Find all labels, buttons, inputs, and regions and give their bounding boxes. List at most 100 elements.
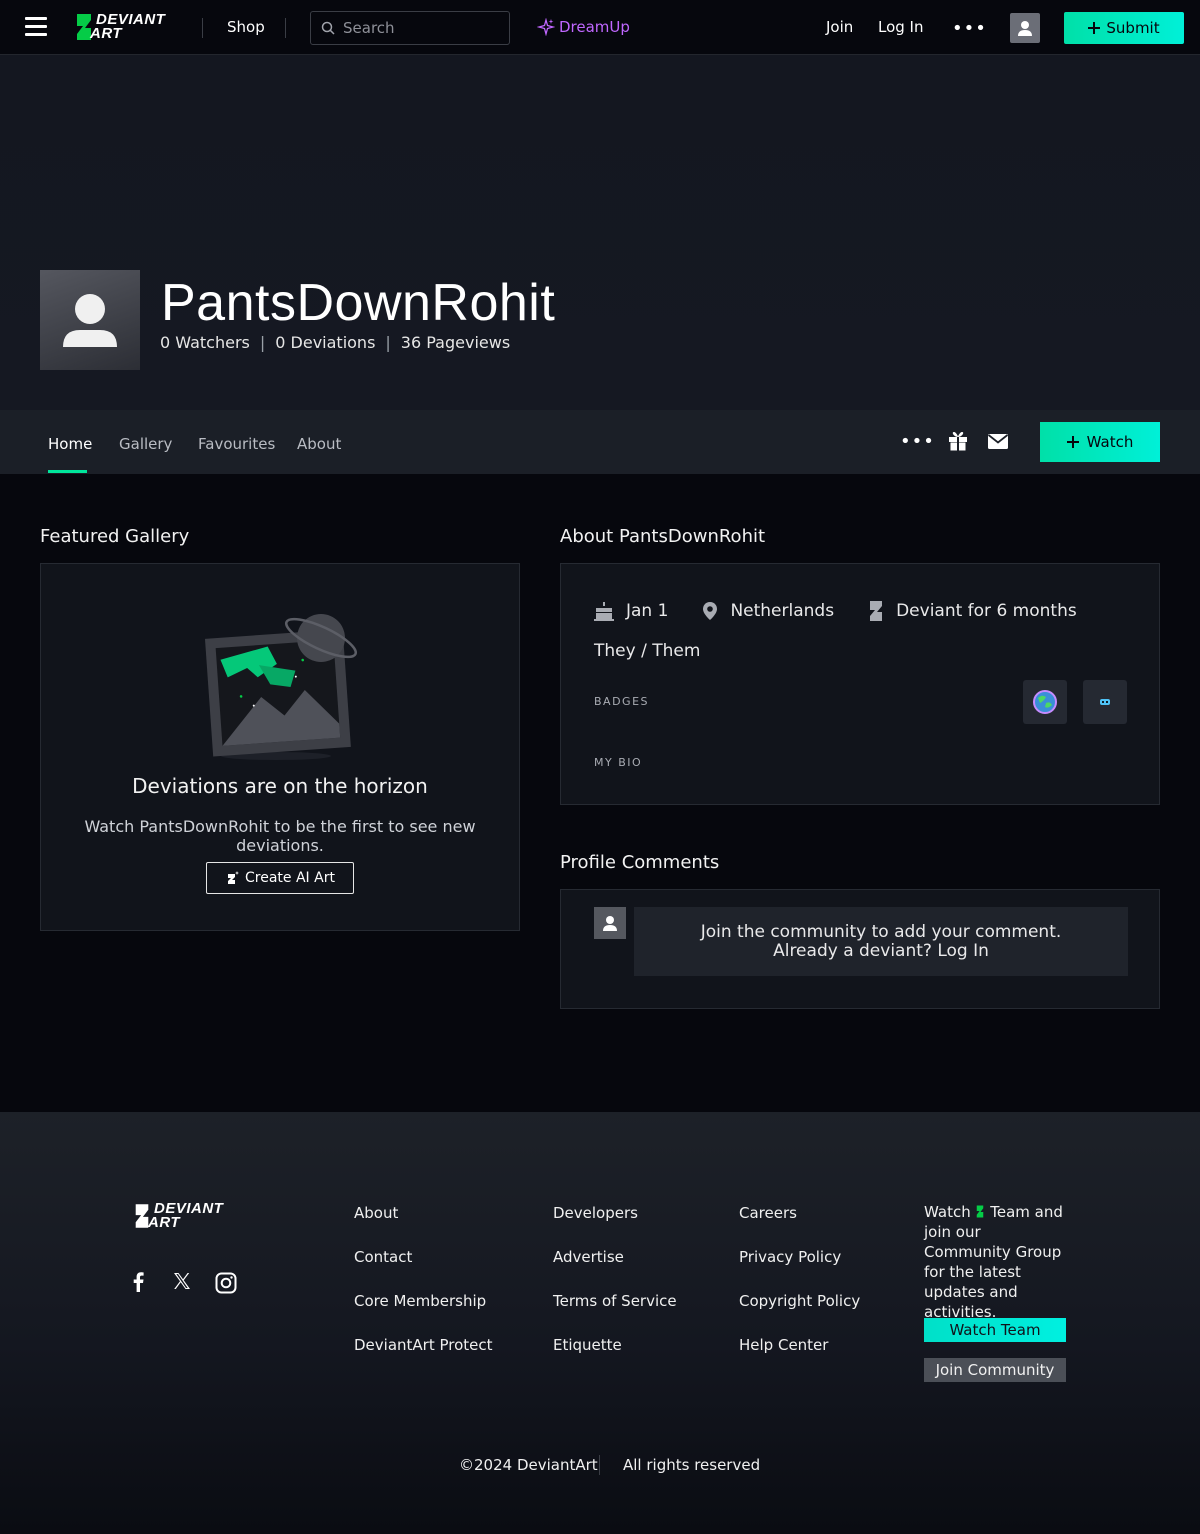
create-ai-art-label: Create AI Art: [245, 870, 335, 886]
footer-link-privacy-policy[interactable]: Privacy Policy: [739, 1248, 841, 1266]
location-value: Netherlands: [730, 601, 835, 621]
footer-link-terms-of-service[interactable]: Terms of Service: [553, 1292, 677, 1310]
watch-team-button[interactable]: Watch Team: [924, 1318, 1066, 1342]
facebook-icon[interactable]: [132, 1272, 144, 1292]
stats-separator: |: [259, 333, 266, 352]
footer-link-core-membership[interactable]: Core Membership: [354, 1292, 486, 1310]
tab-home[interactable]: Home: [48, 435, 92, 453]
watchers-stat[interactable]: 0 Watchers: [160, 333, 250, 352]
watchers-label: Watchers: [175, 333, 250, 352]
watchers-count: 0: [160, 333, 171, 352]
birthday-cake-icon: [594, 602, 614, 621]
tab-gallery[interactable]: Gallery: [119, 435, 172, 453]
deviantart-mark-icon: [870, 601, 883, 621]
badges-label: BADGES: [594, 695, 649, 708]
profile-tab-bar: Home Gallery Favourites About ••• Watch: [0, 410, 1200, 474]
user-icon: [63, 294, 117, 347]
badge-item[interactable]: [1083, 680, 1127, 724]
more-options-icon[interactable]: •••: [900, 431, 935, 452]
about-card: Jan 1 Netherlands Deviant for 6 months T…: [560, 563, 1160, 805]
birthday-item: Jan 1: [594, 601, 668, 621]
instagram-icon[interactable]: [215, 1272, 237, 1294]
shop-link[interactable]: Shop: [227, 18, 265, 36]
comment-join-prompt[interactable]: Join the community to add your comment. …: [634, 907, 1128, 976]
stats-separator: |: [385, 333, 391, 352]
sparkle-icon: [537, 18, 555, 36]
pageviews-label: Pageviews: [426, 333, 511, 352]
footer-logo-line2: ART: [148, 1214, 181, 1231]
login-link[interactable]: Log In: [878, 18, 924, 36]
footer-link-developers[interactable]: Developers: [553, 1204, 638, 1222]
dreamup-label: DreamUp: [559, 18, 630, 36]
menu-icon[interactable]: [25, 17, 47, 37]
deviations-stat[interactable]: 0 Deviations: [275, 333, 375, 352]
user-icon: [1018, 21, 1032, 36]
top-navigation-bar: DEVIANT ART Shop Search DreamUp Join Log…: [0, 0, 1200, 55]
pronouns: They / Them: [594, 641, 701, 661]
submit-button[interactable]: Submit: [1064, 12, 1184, 44]
membership-item: Deviant for 6 months: [868, 600, 1077, 622]
bio-label: MY BIO: [594, 756, 643, 769]
watch-button[interactable]: Watch: [1040, 422, 1160, 462]
profile-header-background: [0, 55, 1200, 410]
join-link[interactable]: Join: [826, 18, 853, 36]
profile-avatar: [40, 270, 140, 370]
create-ai-art-button[interactable]: Create AI Art: [206, 862, 354, 894]
featured-gallery-card: Deviations are on the horizon Watch Pant…: [40, 563, 520, 931]
about-info-row: Jan 1 Netherlands Deviant for 6 months: [594, 600, 1111, 622]
footer-link-careers[interactable]: Careers: [739, 1204, 797, 1222]
pageviews-stat: 36 Pageviews: [401, 333, 510, 352]
user-icon: [603, 916, 617, 931]
empty-gallery-subtitle: Watch PantsDownRohit to be the first to …: [84, 817, 476, 855]
llama-badge-icon: [1100, 699, 1110, 705]
copyright-text: ©2024 DeviantArt: [459, 1456, 598, 1474]
search-input[interactable]: Search: [310, 11, 510, 45]
footer-link-contact[interactable]: Contact: [354, 1248, 412, 1266]
x-twitter-icon[interactable]: [173, 1272, 191, 1290]
profile-comments-card: Join the community to add your comment. …: [560, 889, 1160, 1009]
footer-link-help-center[interactable]: Help Center: [739, 1336, 828, 1354]
footer-link-advertise[interactable]: Advertise: [553, 1248, 624, 1266]
badge-item[interactable]: [1023, 680, 1067, 724]
deviantart-logo[interactable]: DEVIANT ART: [74, 12, 165, 42]
footer-link-deviantart-protect[interactable]: DeviantArt Protect: [354, 1336, 493, 1354]
empty-gallery-title: Deviations are on the horizon: [132, 774, 428, 798]
community-blurb-start: Watch: [924, 1203, 971, 1221]
footer-link-copyright-policy[interactable]: Copyright Policy: [739, 1292, 860, 1310]
submit-label: Submit: [1106, 19, 1160, 37]
empty-gallery-illustration: [201, 604, 361, 764]
divider: [202, 18, 203, 38]
deviations-label: Deviations: [290, 333, 376, 352]
footer-deviantart-logo[interactable]: DEVIANT ART: [133, 1201, 223, 1231]
community-blurb: Watch Team and join our Community Group …: [924, 1202, 1069, 1322]
profile-stats: 0 Watchers | 0 Deviations | 36 Pageviews: [160, 333, 510, 352]
birthday-value: Jan 1: [626, 601, 669, 621]
search-icon: [321, 21, 335, 35]
footer-link-about[interactable]: About: [354, 1204, 398, 1222]
footer-link-etiquette[interactable]: Etiquette: [553, 1336, 622, 1354]
rights-text: All rights reserved: [623, 1456, 761, 1474]
dreamup-link[interactable]: DreamUp: [537, 18, 630, 36]
gift-icon[interactable]: [948, 431, 968, 451]
more-options-icon[interactable]: •••: [952, 18, 987, 39]
profile-username: PantsDownRohit: [161, 274, 556, 332]
search-placeholder: Search: [343, 19, 395, 37]
logo-text-line2: ART: [90, 25, 123, 42]
plus-icon: [1066, 436, 1079, 448]
join-community-button[interactable]: Join Community: [924, 1358, 1066, 1382]
watch-label: Watch: [1086, 433, 1134, 451]
tab-about[interactable]: About: [297, 435, 341, 453]
divider: [599, 1455, 600, 1475]
profile-comments-heading: Profile Comments: [560, 852, 720, 873]
mail-icon[interactable]: [988, 434, 1008, 449]
location-pin-icon: [703, 602, 718, 620]
site-footer: DEVIANT ART About Contact Core Membershi…: [0, 1112, 1200, 1534]
ai-sparkle-icon: [228, 871, 240, 884]
deviantart-mark-icon: [977, 1205, 984, 1218]
featured-gallery-heading: Featured Gallery: [40, 526, 190, 547]
tab-favourites[interactable]: Favourites: [198, 435, 275, 453]
commenter-avatar: [594, 907, 626, 939]
location-item: Netherlands: [702, 601, 834, 621]
pageviews-count: 36: [400, 333, 422, 352]
user-avatar[interactable]: [1010, 13, 1040, 43]
